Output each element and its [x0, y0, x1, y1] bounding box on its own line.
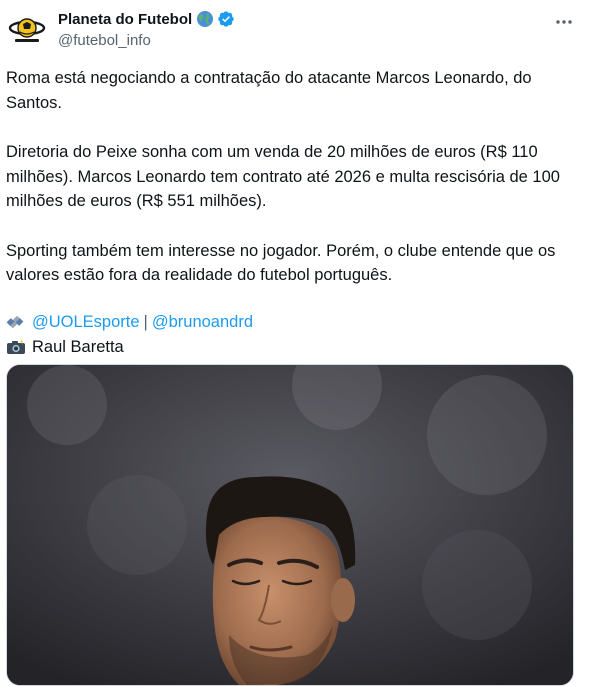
- player-photo: [7, 365, 573, 685]
- tweet-paragraph: Diretoria do Peixe sonha com um venda de…: [6, 143, 560, 210]
- camera-flash-icon: [6, 338, 26, 356]
- mention-brunoandrd[interactable]: @brunoandrd: [152, 310, 253, 335]
- tweet-text: Roma está negociando a contratação do at…: [6, 66, 576, 360]
- tweet-photo[interactable]: [6, 364, 574, 686]
- tweet-credits: @UOLEsporte | @brunoandrd Raul Baretta: [6, 310, 576, 360]
- more-options-button[interactable]: [552, 10, 576, 34]
- avatar[interactable]: [6, 8, 48, 50]
- tweet-paragraph: Sporting também tem interesse no jogador…: [6, 241, 556, 285]
- satellite-icon: [6, 313, 26, 331]
- name-row: Planeta do Futebol: [58, 8, 235, 30]
- tweet-paragraph: Roma está negociando a contratação do at…: [6, 69, 532, 112]
- photo-credit-line: Raul Baretta: [6, 335, 576, 360]
- account-handle[interactable]: @futebol_info: [58, 32, 235, 49]
- account-names: Planeta do Futebol @futebol_info: [58, 8, 235, 49]
- tweet-header: Planeta do Futebol @futebol_info: [6, 6, 586, 54]
- mention-uolesporte[interactable]: @UOLEsporte: [32, 310, 140, 335]
- display-name[interactable]: Planeta do Futebol: [58, 11, 192, 28]
- more-horizontal-icon: [556, 20, 572, 24]
- photo-credit: Raul Baretta: [32, 337, 124, 356]
- planeta-logo-icon: [6, 8, 48, 50]
- tweet-card: Planeta do Futebol @futebol_info Roma es…: [0, 0, 592, 686]
- globe-icon: [196, 10, 214, 28]
- verified-badge-icon[interactable]: [217, 10, 235, 28]
- source-line: @UOLEsporte | @brunoandrd: [6, 310, 576, 335]
- mention-separator: |: [143, 312, 148, 331]
